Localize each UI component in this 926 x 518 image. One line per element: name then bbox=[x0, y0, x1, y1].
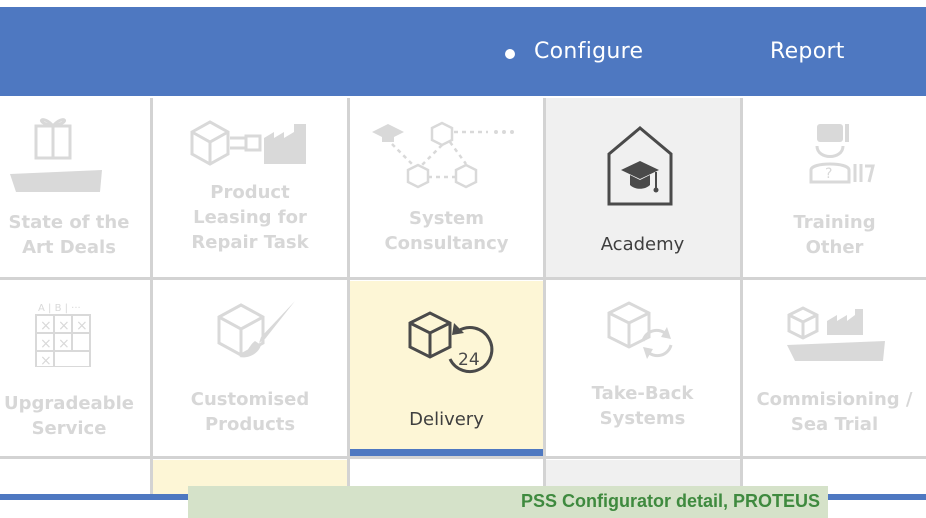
active-indicator-dot bbox=[505, 49, 515, 59]
cell-label: Training Other bbox=[793, 212, 876, 258]
cell-label: Academy bbox=[600, 234, 685, 255]
box-factory-ship-icon bbox=[787, 306, 885, 361]
cell-label: Commisioning / Sea Trial bbox=[756, 389, 913, 435]
cell-delivery[interactable]: 24 Delivery bbox=[350, 281, 543, 449]
cell-label: Delivery bbox=[409, 409, 484, 430]
cell-training-other[interactable]: ? Training Other bbox=[743, 98, 926, 277]
svg-text:×: × bbox=[76, 318, 88, 334]
cell-label: Product Leasing for Repair Task bbox=[191, 182, 309, 253]
academy-house-icon bbox=[607, 126, 673, 206]
grid-divider bbox=[0, 277, 926, 280]
network-graduation-icon bbox=[372, 121, 514, 189]
box-24h-delivery-icon: 24 bbox=[408, 311, 494, 373]
cell-upgradeable-service[interactable]: A | B | ··· × × × × × × Upgradeable Service bbox=[0, 281, 150, 456]
svg-text:?: ? bbox=[825, 166, 832, 182]
cell-label: Take-Back Systems bbox=[591, 383, 694, 429]
svg-text:×: × bbox=[40, 318, 52, 334]
nav-report[interactable]: Report bbox=[770, 39, 845, 64]
cell-state-of-art[interactable]: State of the Art Deals bbox=[0, 98, 150, 277]
grid-divider bbox=[0, 456, 926, 459]
svg-text:×: × bbox=[40, 353, 52, 367]
cell-academy[interactable]: Academy bbox=[545, 98, 740, 277]
svg-text:×: × bbox=[40, 336, 52, 352]
nav-configure[interactable]: Configure bbox=[534, 39, 643, 64]
cell-system-consultancy[interactable]: System Consultancy bbox=[350, 98, 543, 277]
support-person-icon: ? bbox=[809, 124, 875, 184]
gift-ship-icon bbox=[10, 118, 102, 192]
cell-commissioning[interactable]: Commisioning / Sea Trial bbox=[743, 281, 926, 456]
svg-text:×: × bbox=[58, 336, 70, 352]
cell-product-leasing[interactable]: Product Leasing for Repair Task bbox=[153, 98, 347, 277]
cell-label: System Consultancy bbox=[384, 208, 509, 254]
box-factory-icon bbox=[190, 120, 306, 166]
box-recycle-icon bbox=[607, 301, 673, 359]
matrix-grid-icon: A | B | ··· × × × × ×× bbox=[35, 303, 91, 367]
caption-box: PSS Configurator detail, PROTEUS bbox=[188, 486, 828, 518]
matrix-header: A | B | ··· bbox=[38, 303, 81, 314]
cell-take-back-systems[interactable]: Take-Back Systems bbox=[545, 281, 740, 456]
box-brush-icon bbox=[217, 301, 295, 358]
caption-text: PSS Configurator detail, PROTEUS bbox=[520, 491, 820, 511]
cell-label: Customised Products bbox=[190, 389, 310, 435]
cell-label: State of the Art Deals bbox=[8, 212, 130, 258]
cell-customised-products[interactable]: Customised Products bbox=[153, 281, 347, 456]
cell-label: Upgradeable Service bbox=[4, 393, 134, 439]
svg-text:×: × bbox=[58, 318, 70, 334]
delivery-badge-number: 24 bbox=[458, 350, 480, 370]
